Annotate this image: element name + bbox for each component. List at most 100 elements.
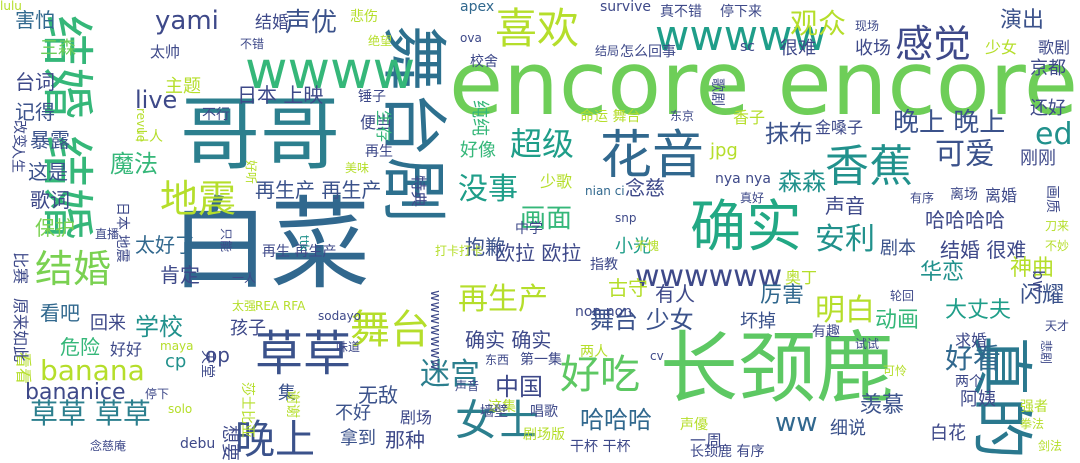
word-50: 三森 xyxy=(40,38,76,59)
word-199: 人生 xyxy=(9,145,25,173)
word-144: 真好 xyxy=(740,191,765,205)
word-195: 念慈庵 xyxy=(90,439,127,453)
word-78: 白花 xyxy=(930,423,966,444)
word-190: 长颈鹿 有序 xyxy=(690,444,765,460)
word-186: 谢谢 xyxy=(284,390,300,418)
word-184: 剧场版 xyxy=(523,427,565,443)
word-145: 声音 xyxy=(825,194,865,218)
word-33: yami xyxy=(155,6,219,36)
word-162: non non xyxy=(575,304,633,320)
word-68: 华恋 xyxy=(920,260,965,285)
word-109: 停下来 xyxy=(720,4,762,20)
word-159: 不愧 xyxy=(635,239,660,253)
word-173: 可怜 xyxy=(883,364,908,378)
word-205: lulu xyxy=(0,0,22,13)
word-52: 台词 xyxy=(15,70,55,94)
word-147: snp xyxy=(615,211,637,225)
word-107: survive xyxy=(600,0,651,15)
word-134: 生存 xyxy=(374,110,393,143)
word-85: 念慈 xyxy=(625,176,665,200)
word-176: cv xyxy=(650,349,664,363)
word-151: maya xyxy=(160,339,194,353)
word-166: 悲剧 xyxy=(1039,340,1053,365)
word-44: 抹布 xyxy=(765,120,813,148)
word-103: 绝望 xyxy=(368,34,393,48)
word-114: 很难 xyxy=(780,38,816,59)
word-115: 收场 xyxy=(855,38,891,59)
word-87: 古守 xyxy=(608,276,648,300)
word-149: 一人 xyxy=(232,271,257,285)
word-108: 真不错 xyxy=(660,4,702,20)
word-110: sc xyxy=(740,39,755,55)
word-179: 东西 xyxy=(485,353,510,367)
word-198: 比赛 xyxy=(11,252,30,285)
word-18: 舞台 xyxy=(350,307,430,353)
word-27: 超级 xyxy=(510,125,575,163)
word-183: 唱歌 xyxy=(530,404,558,420)
word-182: 墙壁 xyxy=(480,404,508,420)
word-59: 看吧 xyxy=(40,301,80,325)
word-142: 好听 xyxy=(244,160,258,185)
word-164: 轮回 xyxy=(890,289,915,303)
word-61: 好好 xyxy=(110,340,143,359)
word-146: nian ci xyxy=(585,184,625,198)
word-118: 京都 xyxy=(1030,58,1066,79)
word-193: 天堂 xyxy=(199,350,215,378)
word-194: debu xyxy=(180,436,216,452)
word-54: 暴露 xyxy=(30,128,70,152)
word-155: 打卡打卡 xyxy=(435,244,484,258)
word-111: 现场 xyxy=(855,19,880,33)
word-81: 确实 确实 xyxy=(465,328,552,352)
word-181: 声音 xyxy=(455,379,480,393)
word-104: apex xyxy=(460,0,495,15)
word-22: 可爱 xyxy=(935,137,995,172)
word-102: 悲伤 xyxy=(350,9,378,25)
word-100: 不行 xyxy=(202,107,230,123)
word-187: 声優 xyxy=(680,417,708,433)
word-15: 结婚 xyxy=(35,247,112,291)
word-62: 太好了 xyxy=(135,233,195,257)
word-140: 二人 xyxy=(135,129,163,145)
word-201: 直播 xyxy=(95,227,120,241)
word-105: ova xyxy=(460,31,482,45)
word-42: 演出 xyxy=(1000,8,1045,33)
word-189: 干杯 干杯 xyxy=(570,439,631,455)
word-64: 日本 上映 xyxy=(237,83,324,107)
word-132: 纯纯 xyxy=(469,100,490,136)
word-56: 歌词 xyxy=(30,188,70,212)
word-120: 刚刚 xyxy=(1020,148,1056,169)
word-97: 太帅 xyxy=(150,43,181,61)
word-77: 细说 xyxy=(830,418,866,439)
word-106: 校舍 xyxy=(470,54,498,70)
word-75: 阿姨 xyxy=(960,389,996,410)
word-79: 无敌 xyxy=(358,383,398,407)
word-165: 天才 xyxy=(1045,319,1070,333)
word-92: 拿到 xyxy=(340,428,376,449)
word-8: 确实 xyxy=(690,195,802,260)
word-69: 剧本 xyxy=(880,238,916,259)
word-80: 那种 xyxy=(385,428,425,452)
word-66: 哈哈哈哈 xyxy=(925,208,1005,232)
word-71: 大丈夫 xyxy=(945,298,1012,323)
word-113: 怎么回事 xyxy=(620,44,676,60)
word-123: 有序 xyxy=(910,191,935,205)
word-163: 奥丁 xyxy=(785,268,818,287)
word-175: 有趣 xyxy=(812,324,840,340)
word-98: 结婚 xyxy=(255,13,289,33)
word-84: 好像 xyxy=(460,140,496,161)
word-122: 离场 xyxy=(950,187,978,203)
word-99: 主题 xyxy=(165,76,201,97)
word-93: 不好 xyxy=(335,403,371,424)
word-161: 有人 xyxy=(655,282,695,306)
word-55: 这是 xyxy=(28,160,68,184)
word-96: 回来 xyxy=(90,313,126,334)
word-150: 太强 xyxy=(232,299,257,313)
word-177: 两人 xyxy=(580,344,608,360)
word-23: 安利 xyxy=(815,222,875,257)
word-13: 喜欢 xyxy=(495,4,580,53)
word-170: 强者 xyxy=(1020,399,1048,415)
word-11: 花音 xyxy=(600,126,705,186)
word-32: ed xyxy=(1035,117,1073,152)
word-125: 刀来 xyxy=(1045,219,1070,233)
word-36: 声优 xyxy=(285,8,338,38)
